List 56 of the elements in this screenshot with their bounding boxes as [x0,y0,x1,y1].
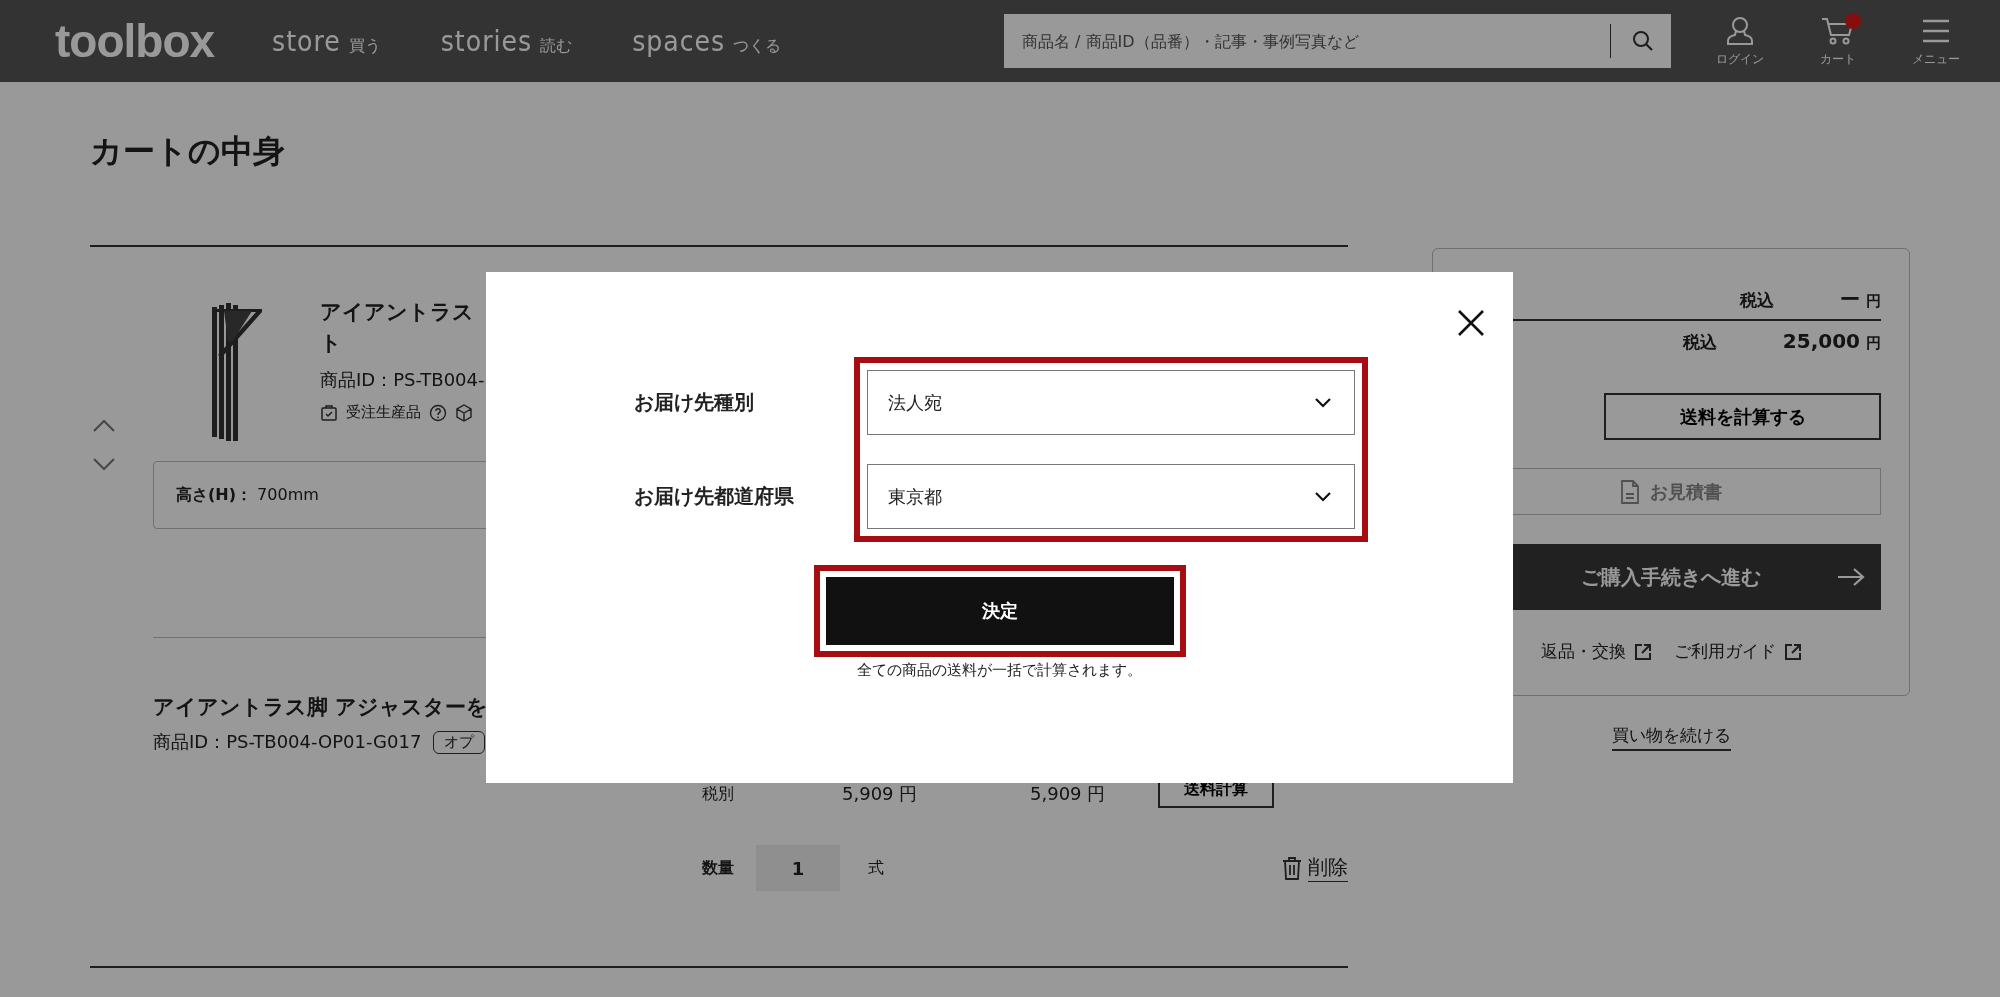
product-id: 商品ID：PS-TB004- [320,368,485,392]
page-title: カートの中身 [90,132,286,170]
header-action[interactable]: ログイン [1711,14,1769,68]
external-link-icon [1633,642,1652,661]
box-icon [455,403,473,422]
tax-label: 税別 [702,783,735,805]
field-label: お届け先種別 [633,389,755,416]
search-input[interactable]: 商品名 / 商品ID（品番）・記事・事例写真など [1020,30,1590,52]
user-icon [1726,15,1754,46]
cart-icon [1821,15,1855,46]
nav-link[interactable]: stories 読む [440,24,573,58]
unit-price: 5,909 円 [842,782,919,806]
field-label: お届け先都道府県 [633,483,795,510]
tax-included-label: 税込 [1682,331,1717,354]
select-field[interactable]: 法人宛 [866,370,1355,435]
header-action[interactable]: メニュー [1907,14,1965,68]
arrow-right-icon [1837,567,1865,587]
calendar-bag-icon [320,403,338,422]
close-icon[interactable] [1456,308,1486,338]
external-link[interactable]: 返品・交換 [1540,640,1652,663]
chevron-down-icon[interactable] [92,457,116,471]
select-field[interactable]: 東京都 [866,464,1355,529]
subtotal-price: 5,909 円 [1030,782,1107,806]
menu-icon [1921,17,1951,44]
chevron-down-icon [1313,490,1332,503]
quantity-field[interactable]: 1 [756,845,840,891]
tax-included-label: 税込 [1740,289,1774,312]
external-link[interactable]: ご利用ガイド [1673,640,1802,663]
help-icon[interactable] [429,403,447,422]
total-value: 25,000 [1782,328,1860,355]
shipping-note: 全ての商品の送料が一括で計算されます。 [857,661,1142,680]
delete-link[interactable]: 削除 [1308,854,1348,882]
continue-shopping-link[interactable]: 買い物を続ける [1611,724,1731,751]
total-value: ー [1840,286,1860,313]
external-link-icon [1783,642,1802,661]
nav-link[interactable]: store 買う [272,24,381,58]
unit-label: 式 [868,857,884,879]
confirm-button[interactable]: 決定 [825,577,1174,645]
calculate-shipping-button[interactable]: 送料を計算する [1604,393,1881,440]
product-title[interactable]: アイアントラス ト [320,297,485,359]
product-id: 商品ID：PS-TB004-OP01-G017 [153,730,422,754]
spec-text: 高さ(H)： 700mm [176,484,319,506]
quantity-label: 数量 [702,857,735,879]
yen-unit: 円 [1866,291,1881,312]
header-action[interactable]: カート [1809,14,1867,68]
trash-icon[interactable] [1282,856,1302,880]
chevron-down-icon [1313,396,1332,409]
search-icon[interactable] [1631,29,1655,53]
document-icon [1620,479,1640,504]
nav-link[interactable]: spaces つくる [632,24,782,58]
made-to-order-label: 受注生産品 [346,403,421,422]
chevron-up-icon[interactable] [92,419,116,433]
logo[interactable]: toolbox [55,14,215,68]
yen-unit: 円 [1866,333,1881,354]
option-tag: オプ [433,730,486,754]
search-field[interactable]: 商品名 / 商品ID（品番）・記事・事例写真など [1004,14,1671,68]
